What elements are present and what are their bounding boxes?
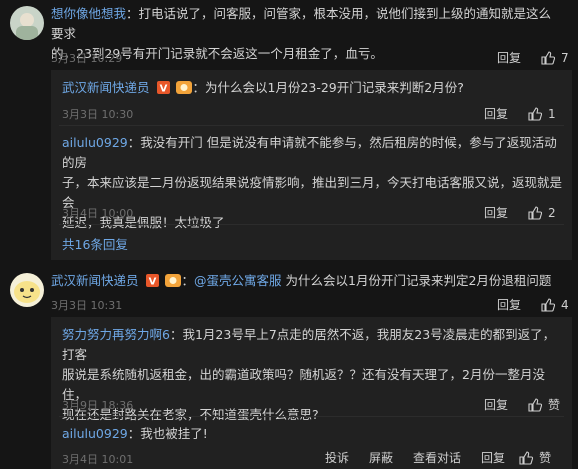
- username[interactable]: 武汉新闻快递员: [62, 80, 150, 95]
- member-badge-icon: [165, 273, 182, 293]
- reply-button[interactable]: 回复: [484, 204, 508, 221]
- divider: [59, 125, 564, 126]
- username[interactable]: ailulu0929: [62, 135, 128, 150]
- member-badge-icon: [176, 80, 193, 100]
- like-button[interactable]: 赞: [528, 396, 560, 413]
- verified-v-icon: V: [145, 273, 159, 293]
- avatar[interactable]: [10, 6, 44, 40]
- like-count: 2: [548, 205, 556, 220]
- divider: [59, 224, 564, 225]
- username[interactable]: 武汉新闻快递员: [51, 273, 139, 288]
- svg-text:V: V: [159, 84, 167, 95]
- reply-actions: 回复 2: [484, 204, 556, 221]
- like-count: 4: [561, 297, 569, 312]
- like-button[interactable]: 4: [541, 298, 569, 312]
- timestamp: 3月4日 10:01: [62, 453, 134, 466]
- thumbs-up-icon: [541, 50, 556, 65]
- reply-text: 武汉新闻快递员 V ：为什么会以1月份23-29开门记录来判断2月份?: [62, 78, 562, 100]
- reply-button[interactable]: 回复: [484, 105, 508, 122]
- report-button[interactable]: 投诉: [325, 449, 349, 466]
- like-count: 7: [561, 50, 569, 65]
- thumbs-up-icon: [519, 450, 534, 465]
- thumbs-up-icon: [541, 297, 556, 312]
- like-count: 赞: [539, 451, 552, 465]
- reply-button[interactable]: 回复: [497, 49, 521, 66]
- comment-text: 想你像他想我：打电话说了，问客服，问管家，根本没用，说他们接到上级的通知就是这么…: [51, 6, 552, 61]
- verified-v-icon: V: [156, 80, 170, 100]
- like-button[interactable]: 赞: [519, 449, 551, 466]
- thumbs-up-icon: [528, 205, 543, 220]
- view-more-replies-link[interactable]: 共16条回复: [62, 234, 128, 253]
- reply-actions: 回复 1: [484, 105, 556, 122]
- like-button[interactable]: 2: [528, 206, 556, 220]
- timestamp: 3月9日 18:36: [62, 399, 134, 412]
- reply-text: ailulu0929：我也被挂了!: [62, 426, 208, 441]
- comment-actions: 回复 4: [497, 296, 569, 313]
- comment-text: 武汉新闻快递员 V ：@蛋壳公寓客服 为什么会以1月份开门记录来判定2月份退租问…: [51, 271, 566, 293]
- comment-actions: 回复 7: [497, 49, 569, 66]
- svg-text:V: V: [148, 277, 156, 288]
- reply-button[interactable]: 回复: [497, 296, 521, 313]
- thumbs-up-icon: [528, 397, 543, 412]
- view-conversation-button[interactable]: 查看对话: [413, 449, 461, 466]
- divider: [59, 416, 564, 417]
- username[interactable]: ailulu0929: [62, 426, 128, 441]
- like-count: 赞: [548, 398, 561, 412]
- user-avatar-image: [10, 6, 44, 40]
- user-avatar-image: [10, 273, 44, 307]
- like-button[interactable]: 7: [541, 51, 569, 65]
- like-button[interactable]: 1: [528, 107, 556, 121]
- reply-button[interactable]: 回复: [484, 396, 508, 413]
- reply-actions: 投诉 屏蔽 查看对话 回复 赞: [325, 449, 551, 466]
- reply-button[interactable]: 回复: [481, 449, 505, 466]
- like-count: 1: [548, 106, 556, 121]
- timestamp: 3月3日 10:29: [51, 52, 123, 65]
- reply-actions: 回复 赞: [484, 396, 560, 413]
- username[interactable]: 想你像他想我: [51, 6, 126, 21]
- timestamp: 3月4日 10:00: [62, 207, 134, 220]
- block-button[interactable]: 屏蔽: [369, 449, 393, 466]
- avatar[interactable]: [10, 273, 44, 307]
- timestamp: 3月3日 10:31: [51, 299, 123, 312]
- timestamp: 3月3日 10:30: [62, 108, 134, 121]
- mention-link[interactable]: @蛋壳公寓客服: [194, 273, 282, 288]
- thumbs-up-icon: [528, 106, 543, 121]
- username[interactable]: 努力努力再努力啊6: [62, 327, 170, 342]
